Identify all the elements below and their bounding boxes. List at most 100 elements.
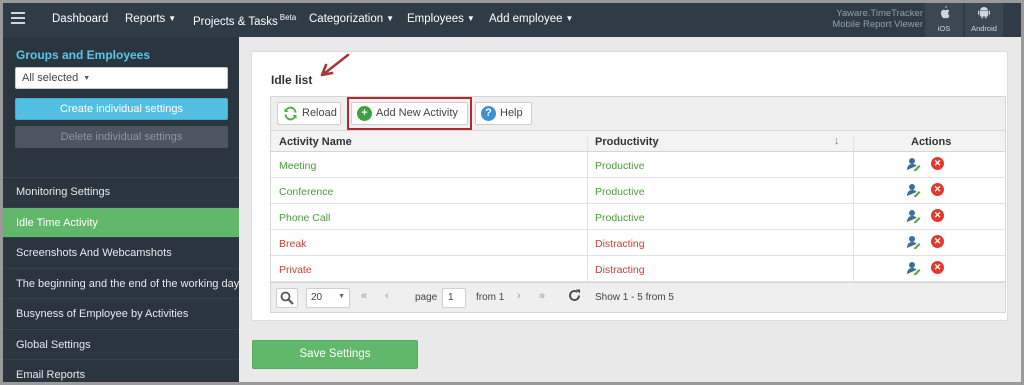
- chevron-down-icon: ▼: [466, 14, 475, 23]
- delete-icon[interactable]: ✕: [931, 209, 944, 222]
- productivity-cell: Distracting: [595, 238, 645, 250]
- column-header-productivity[interactable]: Productivity: [595, 136, 659, 148]
- delete-icon[interactable]: ✕: [931, 183, 944, 196]
- ios-app-button[interactable]: iOS: [925, 3, 963, 37]
- table-row[interactable]: Break Distracting ✕: [271, 230, 1005, 256]
- chevron-down-icon: ▼: [168, 14, 177, 23]
- productivity-cell: Productive: [595, 160, 645, 172]
- nav-add-employee-label: Add employee: [489, 13, 563, 25]
- activity-name-cell: Private: [279, 264, 312, 276]
- nav-reports[interactable]: Reports ▼: [125, 13, 176, 25]
- chevron-down-icon: ▼: [83, 75, 91, 82]
- table-row[interactable]: Conference Productive ✕: [271, 178, 1005, 204]
- edit-user-icon[interactable]: [907, 209, 921, 223]
- delete-icon[interactable]: ✕: [931, 235, 944, 248]
- idle-list-panel: Idle list Reload + Add New Activity ? He…: [251, 51, 1008, 321]
- main-content: Idle list Reload + Add New Activity ? He…: [239, 37, 1021, 382]
- activity-name-cell: Phone Call: [279, 212, 331, 224]
- last-page-icon[interactable]: »: [539, 290, 545, 302]
- android-label: Android: [971, 24, 997, 33]
- panel-title: Idle list: [271, 73, 313, 87]
- save-settings-button[interactable]: Save Settings: [252, 340, 418, 369]
- reload-icon: [283, 106, 298, 121]
- page-size-value: 20: [311, 292, 323, 303]
- activity-grid: Activity Name Productivity ↓ Actions Mee…: [270, 130, 1006, 313]
- brand-line-1: Yaware.TimeTracker: [836, 8, 923, 19]
- grid-header: Activity Name Productivity ↓ Actions: [271, 130, 1005, 156]
- help-label: Help: [500, 107, 523, 119]
- records-summary: Show 1 - 5 from 5: [595, 292, 674, 303]
- chevron-down-icon: ▼: [338, 293, 345, 300]
- menu-item-working-day[interactable]: The beginning and the end of the working…: [3, 269, 239, 299]
- app-window: Dashboard Reports ▼ Projects & Tasks Beta …: [0, 0, 1024, 385]
- nav-categorization[interactable]: Categorization ▼: [309, 13, 394, 25]
- page-count-label: from 1: [476, 292, 505, 303]
- activity-name-cell: Break: [279, 238, 307, 250]
- edit-user-icon[interactable]: [907, 157, 921, 171]
- delete-individual-settings-button[interactable]: Delete individual settings: [15, 126, 228, 148]
- nav-projects-tasks-label: Projects & Tasks: [193, 16, 278, 28]
- activity-name-cell: Conference: [279, 186, 334, 198]
- refresh-icon[interactable]: [568, 289, 581, 305]
- nav-projects-tasks[interactable]: Projects & Tasks Beta: [193, 13, 296, 28]
- first-page-icon[interactable]: «: [361, 290, 367, 302]
- column-header-actions: Actions: [911, 136, 952, 148]
- menu-item-busyness[interactable]: Busyness of Employee by Activities: [3, 299, 239, 330]
- create-individual-settings-button[interactable]: Create individual settings: [15, 98, 228, 120]
- productivity-cell: Productive: [595, 186, 645, 198]
- edit-user-icon[interactable]: [907, 261, 921, 275]
- page-input-value: 1: [448, 292, 454, 303]
- settings-menu: Monitoring Settings Idle Time Activity S…: [3, 177, 239, 382]
- page-label: page: [415, 292, 438, 303]
- top-navbar: Dashboard Reports ▼ Projects & Tasks Beta …: [3, 3, 1021, 37]
- chevron-down-icon: ▼: [565, 14, 574, 23]
- productivity-cell: Distracting: [595, 264, 645, 276]
- beta-badge: Beta: [279, 13, 297, 22]
- nav-employees[interactable]: Employees ▼: [407, 13, 475, 25]
- reload-label: Reload: [302, 107, 337, 119]
- table-row[interactable]: Meeting Productive ✕: [271, 152, 1005, 178]
- menu-item-idle-time-activity[interactable]: Idle Time Activity: [3, 207, 239, 238]
- nav-dashboard-label: Dashboard: [52, 13, 109, 25]
- nav-categorization-label: Categorization: [309, 13, 384, 25]
- previous-page-icon[interactable]: ‹: [385, 290, 389, 302]
- menu-item-monitoring-settings[interactable]: Monitoring Settings: [3, 177, 239, 208]
- table-row[interactable]: Private Distracting ✕: [271, 256, 1005, 282]
- help-icon: ?: [481, 106, 496, 121]
- nav-employees-label: Employees: [407, 13, 464, 25]
- android-app-button[interactable]: Android: [965, 3, 1003, 37]
- chevron-down-icon: ▼: [386, 14, 395, 23]
- delete-icon[interactable]: ✕: [931, 157, 944, 170]
- menu-item-email-reports[interactable]: Email Reports: [3, 360, 239, 382]
- nav-dashboard[interactable]: Dashboard: [52, 13, 108, 25]
- apple-icon: [925, 3, 963, 24]
- edit-user-icon[interactable]: [907, 235, 921, 249]
- pager: 20 ▼ « ‹ page 1 from 1 › » Show 1 - 5 fr…: [271, 282, 1005, 312]
- annotation-arrow-icon: [320, 53, 350, 77]
- sidebar: Groups and Employees All selected ▼ Creat…: [3, 37, 239, 382]
- group-select[interactable]: All selected ▼: [15, 67, 228, 89]
- search-icon[interactable]: [276, 288, 298, 308]
- menu-item-screenshots-webcamshots[interactable]: Screenshots And Webcamshots: [3, 238, 239, 269]
- page-size-select[interactable]: 20 ▼: [306, 288, 350, 308]
- brand-line-2: Mobile Report Viewer: [832, 19, 923, 30]
- next-page-icon[interactable]: ›: [517, 290, 521, 302]
- reload-button[interactable]: Reload: [277, 102, 341, 125]
- edit-user-icon[interactable]: [907, 183, 921, 197]
- page-input[interactable]: 1: [442, 288, 466, 308]
- nav-add-employee[interactable]: Add employee ▼: [489, 13, 573, 25]
- group-select-value: All selected: [22, 72, 79, 84]
- grid-toolbar: Reload + Add New Activity ? Help: [270, 96, 1006, 130]
- brand-text: Yaware.TimeTracker Mobile Report Viewer: [813, 8, 923, 30]
- sidebar-title: Groups and Employees: [16, 48, 151, 62]
- productivity-cell: Productive: [595, 212, 645, 224]
- menu-item-global-settings[interactable]: Global Settings: [3, 330, 239, 360]
- hamburger-menu-icon[interactable]: [11, 12, 25, 24]
- delete-icon[interactable]: ✕: [931, 261, 944, 274]
- table-row[interactable]: Phone Call Productive ✕: [271, 204, 1005, 230]
- help-button[interactable]: ? Help: [475, 102, 532, 125]
- column-header-activity-name[interactable]: Activity Name: [279, 136, 352, 148]
- android-icon: [965, 3, 1003, 24]
- sort-arrow-icon[interactable]: ↓: [834, 135, 840, 147]
- highlight-box: [347, 97, 472, 130]
